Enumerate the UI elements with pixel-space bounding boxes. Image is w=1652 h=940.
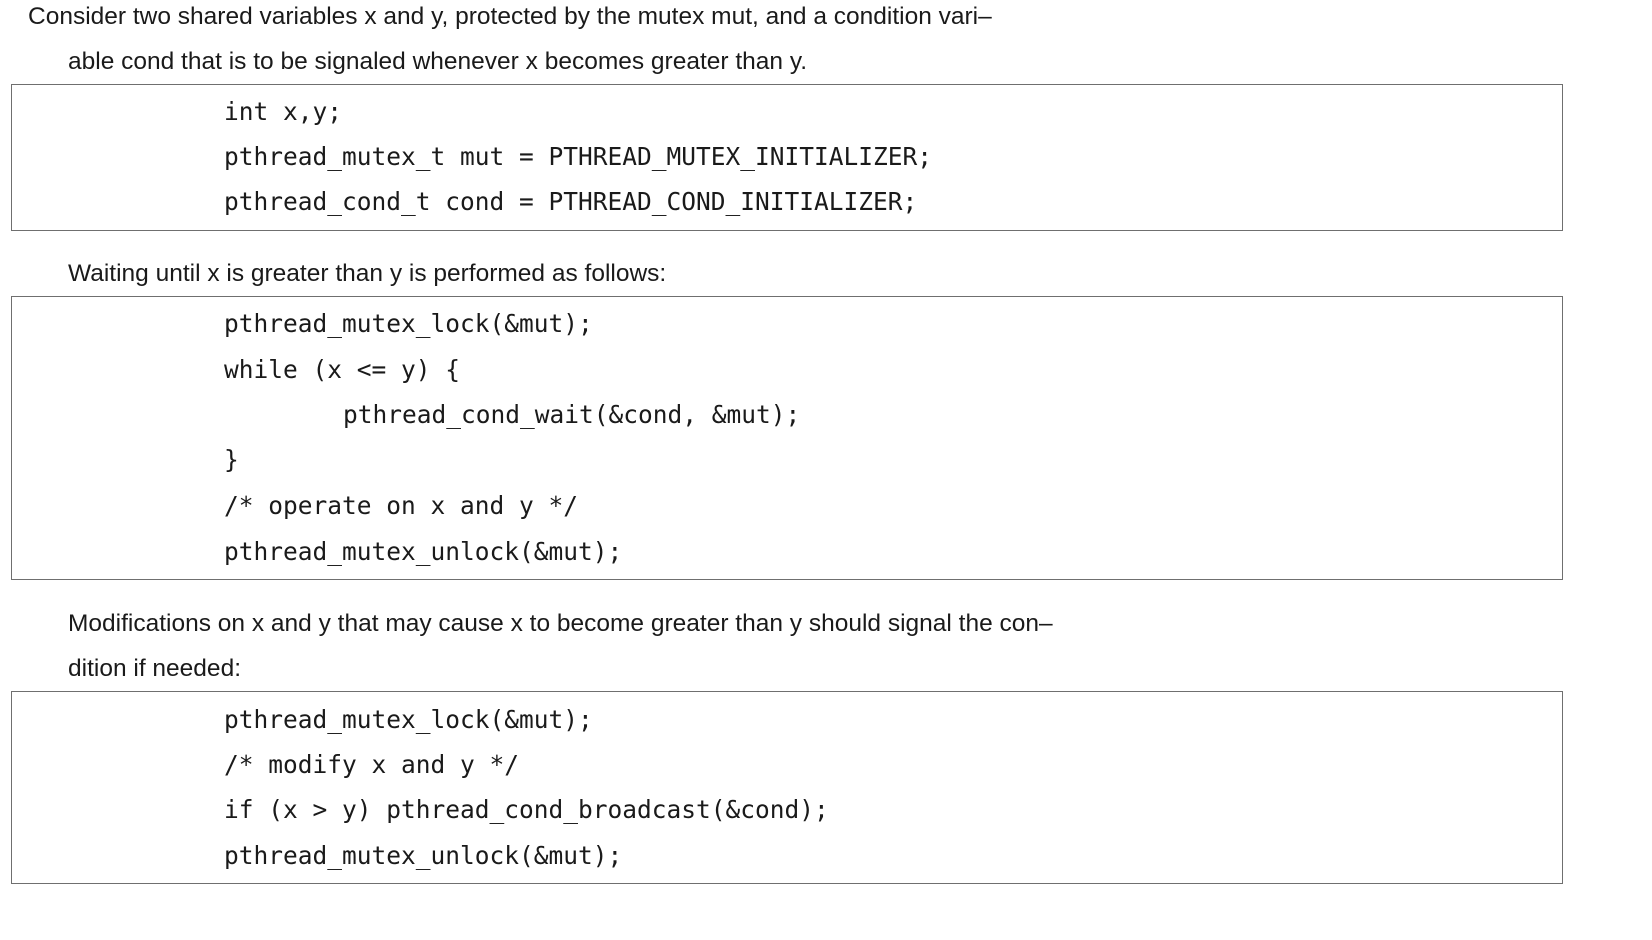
code-line: pthread_mutex_lock(&mut);: [224, 705, 593, 734]
code-line: pthread_mutex_t mut = PTHREAD_MUTEX_INIT…: [224, 142, 933, 171]
waiting-description: Waiting until x is greater than y is per…: [68, 260, 667, 287]
code-line: int x,y;: [224, 97, 343, 126]
modifications-text-line-1: Modifications on x and y that may cause …: [68, 610, 1053, 637]
code-line: /* modify x and y */: [224, 750, 520, 779]
modifications-text-line-2: dition if needed:: [68, 655, 241, 682]
code-line: pthread_mutex_unlock(&mut);: [224, 537, 623, 566]
code-line: pthread_mutex_unlock(&mut);: [224, 841, 623, 870]
code-block-declarations: int x,y; pthread_mutex_t mut = PTHREAD_M…: [11, 84, 1563, 231]
code-line: /* operate on x and y */: [224, 491, 579, 520]
code-block-wait: pthread_mutex_lock(&mut); while (x <= y)…: [11, 296, 1563, 580]
intro-text-line-2: able cond that is to be signaled wheneve…: [68, 48, 808, 75]
code-line: pthread_mutex_lock(&mut);: [224, 309, 593, 338]
code-line: pthread_cond_t cond = PTHREAD_COND_INITI…: [224, 187, 918, 216]
code-line: }: [224, 445, 239, 474]
code-block-signal: pthread_mutex_lock(&mut); /* modify x an…: [11, 691, 1563, 884]
code-line: if (x > y) pthread_cond_broadcast(&cond)…: [224, 795, 829, 824]
code-line: pthread_cond_wait(&cond, &mut);: [343, 400, 801, 429]
intro-text-line-1: Consider two shared variables x and y, p…: [28, 3, 992, 30]
code-line: while (x <= y) {: [224, 355, 461, 384]
